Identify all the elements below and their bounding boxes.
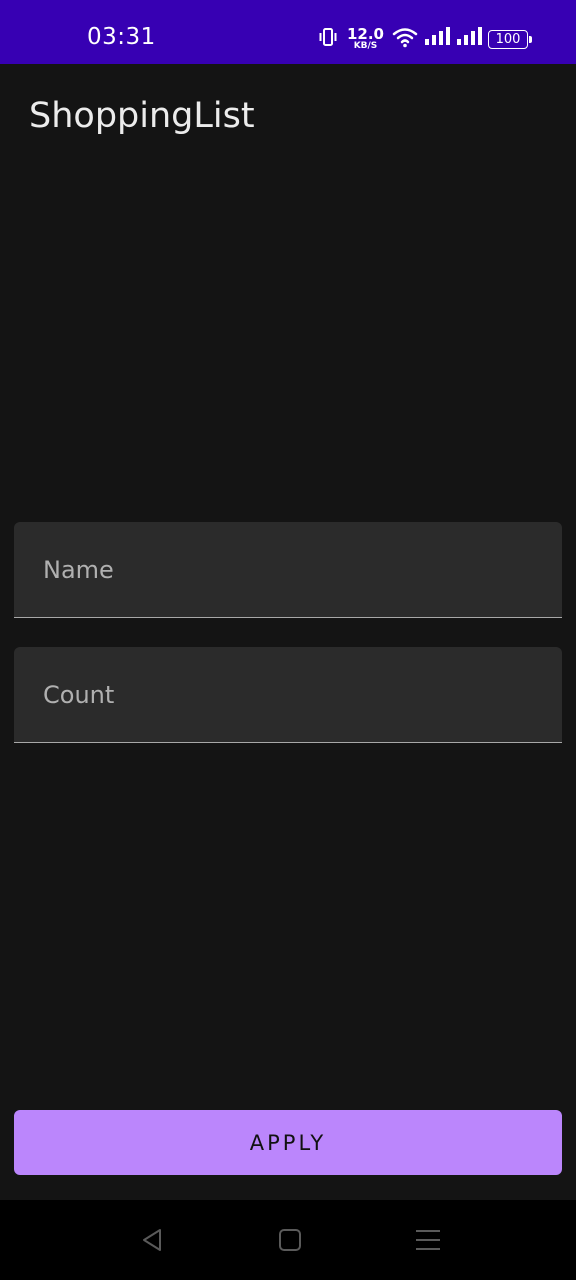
signal-icon xyxy=(456,26,482,52)
app-title: ShoppingList xyxy=(29,96,255,136)
status-bar: 03:31 12.0 KB/S 100 xyxy=(0,0,576,64)
count-input[interactable] xyxy=(14,647,562,742)
net-speed-value: 12.0 xyxy=(346,25,384,43)
home-icon[interactable] xyxy=(275,1225,305,1255)
menu-icon[interactable] xyxy=(413,1225,443,1255)
status-icons: 12.0 KB/S 100 xyxy=(317,23,532,55)
name-field[interactable] xyxy=(14,522,562,618)
name-input[interactable] xyxy=(14,522,562,617)
wifi-icon xyxy=(392,26,418,53)
net-speed-unit: KB/S xyxy=(353,41,378,51)
signal-icon xyxy=(424,26,450,52)
back-icon[interactable] xyxy=(138,1225,168,1255)
apply-button[interactable]: APPLY xyxy=(14,1110,562,1175)
battery-icon: 100 xyxy=(488,29,532,49)
vibrate-icon xyxy=(317,26,339,53)
status-time: 03:31 xyxy=(87,24,156,50)
count-field[interactable] xyxy=(14,647,562,743)
navigation-bar xyxy=(0,1200,576,1280)
net-speed-indicator: 12.0 KB/S xyxy=(347,27,384,51)
battery-level: 100 xyxy=(495,31,521,47)
